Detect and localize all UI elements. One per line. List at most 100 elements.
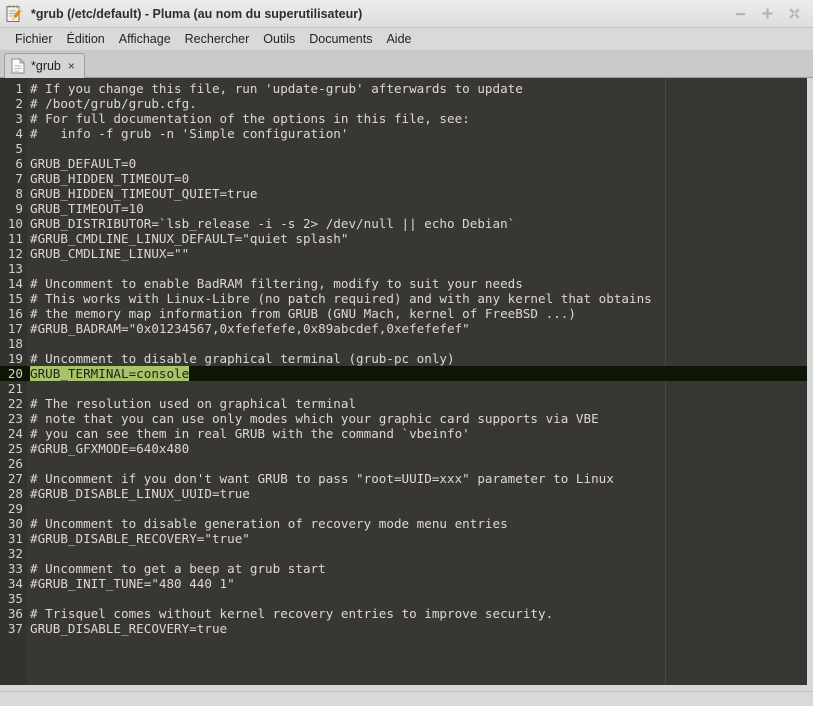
notepad-pencil-icon — [5, 5, 23, 23]
pluma-window: *grub (/etc/default) - Pluma (au nom du … — [0, 0, 813, 706]
code-line[interactable]: #GRUB_GFXMODE=640x480 — [30, 441, 807, 456]
tab-bar: *grub × — [0, 50, 813, 78]
code-line[interactable]: # note that you can use only modes which… — [30, 411, 807, 426]
code-line[interactable]: # Uncomment to disable generation of rec… — [30, 516, 807, 531]
code-line[interactable]: GRUB_DISABLE_RECOVERY=true — [30, 621, 807, 636]
close-icon[interactable] — [788, 7, 801, 20]
code-line[interactable] — [30, 336, 807, 351]
code-line[interactable]: #GRUB_DISABLE_LINUX_UUID=true — [30, 486, 807, 501]
menu-item-aide[interactable]: Aide — [379, 30, 418, 48]
code-line[interactable]: # Trisquel comes without kernel recovery… — [30, 606, 807, 621]
editor-area: 1 2 3 4 5 6 7 8 9 10 11 12 13 14 15 16 17 18 19 20 21 22 23 24 2… — [0, 78, 813, 691]
line-number: 28 — [7, 486, 23, 501]
code-line[interactable]: GRUB_DEFAULT=0 — [30, 156, 807, 171]
code-line[interactable]: GRUB_CMDLINE_LINUX="" — [30, 246, 807, 261]
code-line[interactable]: GRUB_DISTRIBUTOR=`lsb_release -i -s 2> /… — [30, 216, 807, 231]
line-number: 6 — [15, 156, 23, 171]
menu-item--dition[interactable]: Édition — [60, 30, 112, 48]
menu-item-documents[interactable]: Documents — [302, 30, 379, 48]
line-number: 30 — [7, 516, 23, 531]
code-line[interactable]: # The resolution used on graphical termi… — [30, 396, 807, 411]
code-line[interactable] — [30, 501, 807, 516]
code-line[interactable]: #GRUB_BADRAM="0x01234567,0xfefefefe,0x89… — [30, 321, 807, 336]
line-number: 18 — [7, 336, 23, 351]
code-line[interactable]: GRUB_HIDDEN_TIMEOUT=0 — [30, 171, 807, 186]
line-number: 1 — [15, 81, 23, 96]
line-number: 22 — [7, 396, 23, 411]
code-line[interactable]: # For full documentation of the options … — [30, 111, 807, 126]
line-number: 26 — [7, 456, 23, 471]
code-line[interactable]: GRUB_HIDDEN_TIMEOUT_QUIET=true — [30, 186, 807, 201]
window-buttons — [734, 7, 809, 20]
line-number: 23 — [7, 411, 23, 426]
code-line[interactable]: GRUB_TIMEOUT=10 — [30, 201, 807, 216]
code-line[interactable]: GRUB_TERMINAL=console — [27, 366, 807, 381]
line-number: 2 — [15, 96, 23, 111]
line-number: 5 — [15, 141, 23, 156]
line-number: 13 — [7, 261, 23, 276]
status-strip — [0, 691, 813, 706]
menu-item-fichier[interactable]: Fichier — [8, 30, 60, 48]
code-line[interactable]: # /boot/grub/grub.cfg. — [30, 96, 807, 111]
code-line[interactable]: # Uncomment to get a beep at grub start — [30, 561, 807, 576]
line-number-gutter: 1 2 3 4 5 6 7 8 9 10 11 12 13 14 15 16 17 18 19 20 21 22 23 24 2… — [0, 78, 27, 685]
code-line[interactable] — [30, 591, 807, 606]
text-editor[interactable]: 1 2 3 4 5 6 7 8 9 10 11 12 13 14 15 16 17 18 19 20 21 22 23 24 2… — [0, 78, 807, 685]
code-line[interactable]: # Uncomment to enable BadRAM filtering, … — [30, 276, 807, 291]
line-number: 10 — [7, 216, 23, 231]
code-line[interactable] — [30, 546, 807, 561]
line-number: 11 — [7, 231, 23, 246]
line-number: 34 — [7, 576, 23, 591]
tab-close-icon[interactable]: × — [67, 60, 76, 72]
line-number: 20 — [0, 366, 27, 381]
selected-text: GRUB_TERMINAL=console — [30, 366, 190, 381]
code-line[interactable]: # Uncomment if you don't want GRUB to pa… — [30, 471, 807, 486]
line-number: 4 — [15, 126, 23, 141]
code-line[interactable]: #GRUB_DISABLE_RECOVERY="true" — [30, 531, 807, 546]
code-line[interactable]: # If you change this file, run 'update-g… — [30, 81, 807, 96]
line-number: 35 — [7, 591, 23, 606]
menu-bar: Fichier Édition Affichage Rechercher Outils D… — [0, 28, 813, 50]
code-line[interactable]: #GRUB_CMDLINE_LINUX_DEFAULT="quiet splas… — [30, 231, 807, 246]
tab-grub[interactable]: *grub × — [4, 53, 85, 78]
code-line[interactable]: #GRUB_INIT_TUNE="480 440 1" — [30, 576, 807, 591]
line-number: 15 — [7, 291, 23, 306]
line-number: 32 — [7, 546, 23, 561]
menu-item-affichage[interactable]: Affichage — [112, 30, 178, 48]
code-line[interactable]: # This works with Linux-Libre (no patch … — [30, 291, 807, 306]
maximize-icon[interactable] — [761, 7, 774, 20]
line-number: 27 — [7, 471, 23, 486]
line-number: 29 — [7, 501, 23, 516]
line-number: 17 — [7, 321, 23, 336]
line-number: 16 — [7, 306, 23, 321]
line-number: 37 — [7, 621, 23, 636]
window-title: *grub (/etc/default) - Pluma (au nom du … — [31, 6, 363, 21]
code-line[interactable]: # you can see them in real GRUB with the… — [30, 426, 807, 441]
code-line[interactable] — [30, 456, 807, 471]
code-line[interactable] — [30, 141, 807, 156]
line-number: 19 — [7, 351, 23, 366]
line-number: 33 — [7, 561, 23, 576]
code-view[interactable]: # If you change this file, run 'update-g… — [27, 78, 807, 685]
line-number: 21 — [7, 381, 23, 396]
code-line[interactable]: # the memory map information from GRUB (… — [30, 306, 807, 321]
line-number: 12 — [7, 246, 23, 261]
code-line[interactable]: # Uncomment to disable graphical termina… — [30, 351, 807, 366]
code-line[interactable] — [30, 381, 807, 396]
line-number: 24 — [7, 426, 23, 441]
line-number: 36 — [7, 606, 23, 621]
tab-label: *grub — [31, 59, 61, 73]
line-number: 9 — [15, 201, 23, 216]
title-bar: *grub (/etc/default) - Pluma (au nom du … — [0, 0, 813, 28]
document-icon — [11, 58, 25, 74]
menu-item-rechercher[interactable]: Rechercher — [178, 30, 257, 48]
code-line[interactable]: # info -f grub -n 'Simple configuration' — [30, 126, 807, 141]
code-line[interactable] — [30, 261, 807, 276]
line-number: 7 — [15, 171, 23, 186]
menu-item-outils[interactable]: Outils — [256, 30, 302, 48]
line-number: 25 — [7, 441, 23, 456]
line-number: 3 — [15, 111, 23, 126]
minimize-icon[interactable] — [734, 7, 747, 20]
line-number: 14 — [7, 276, 23, 291]
line-number: 8 — [15, 186, 23, 201]
